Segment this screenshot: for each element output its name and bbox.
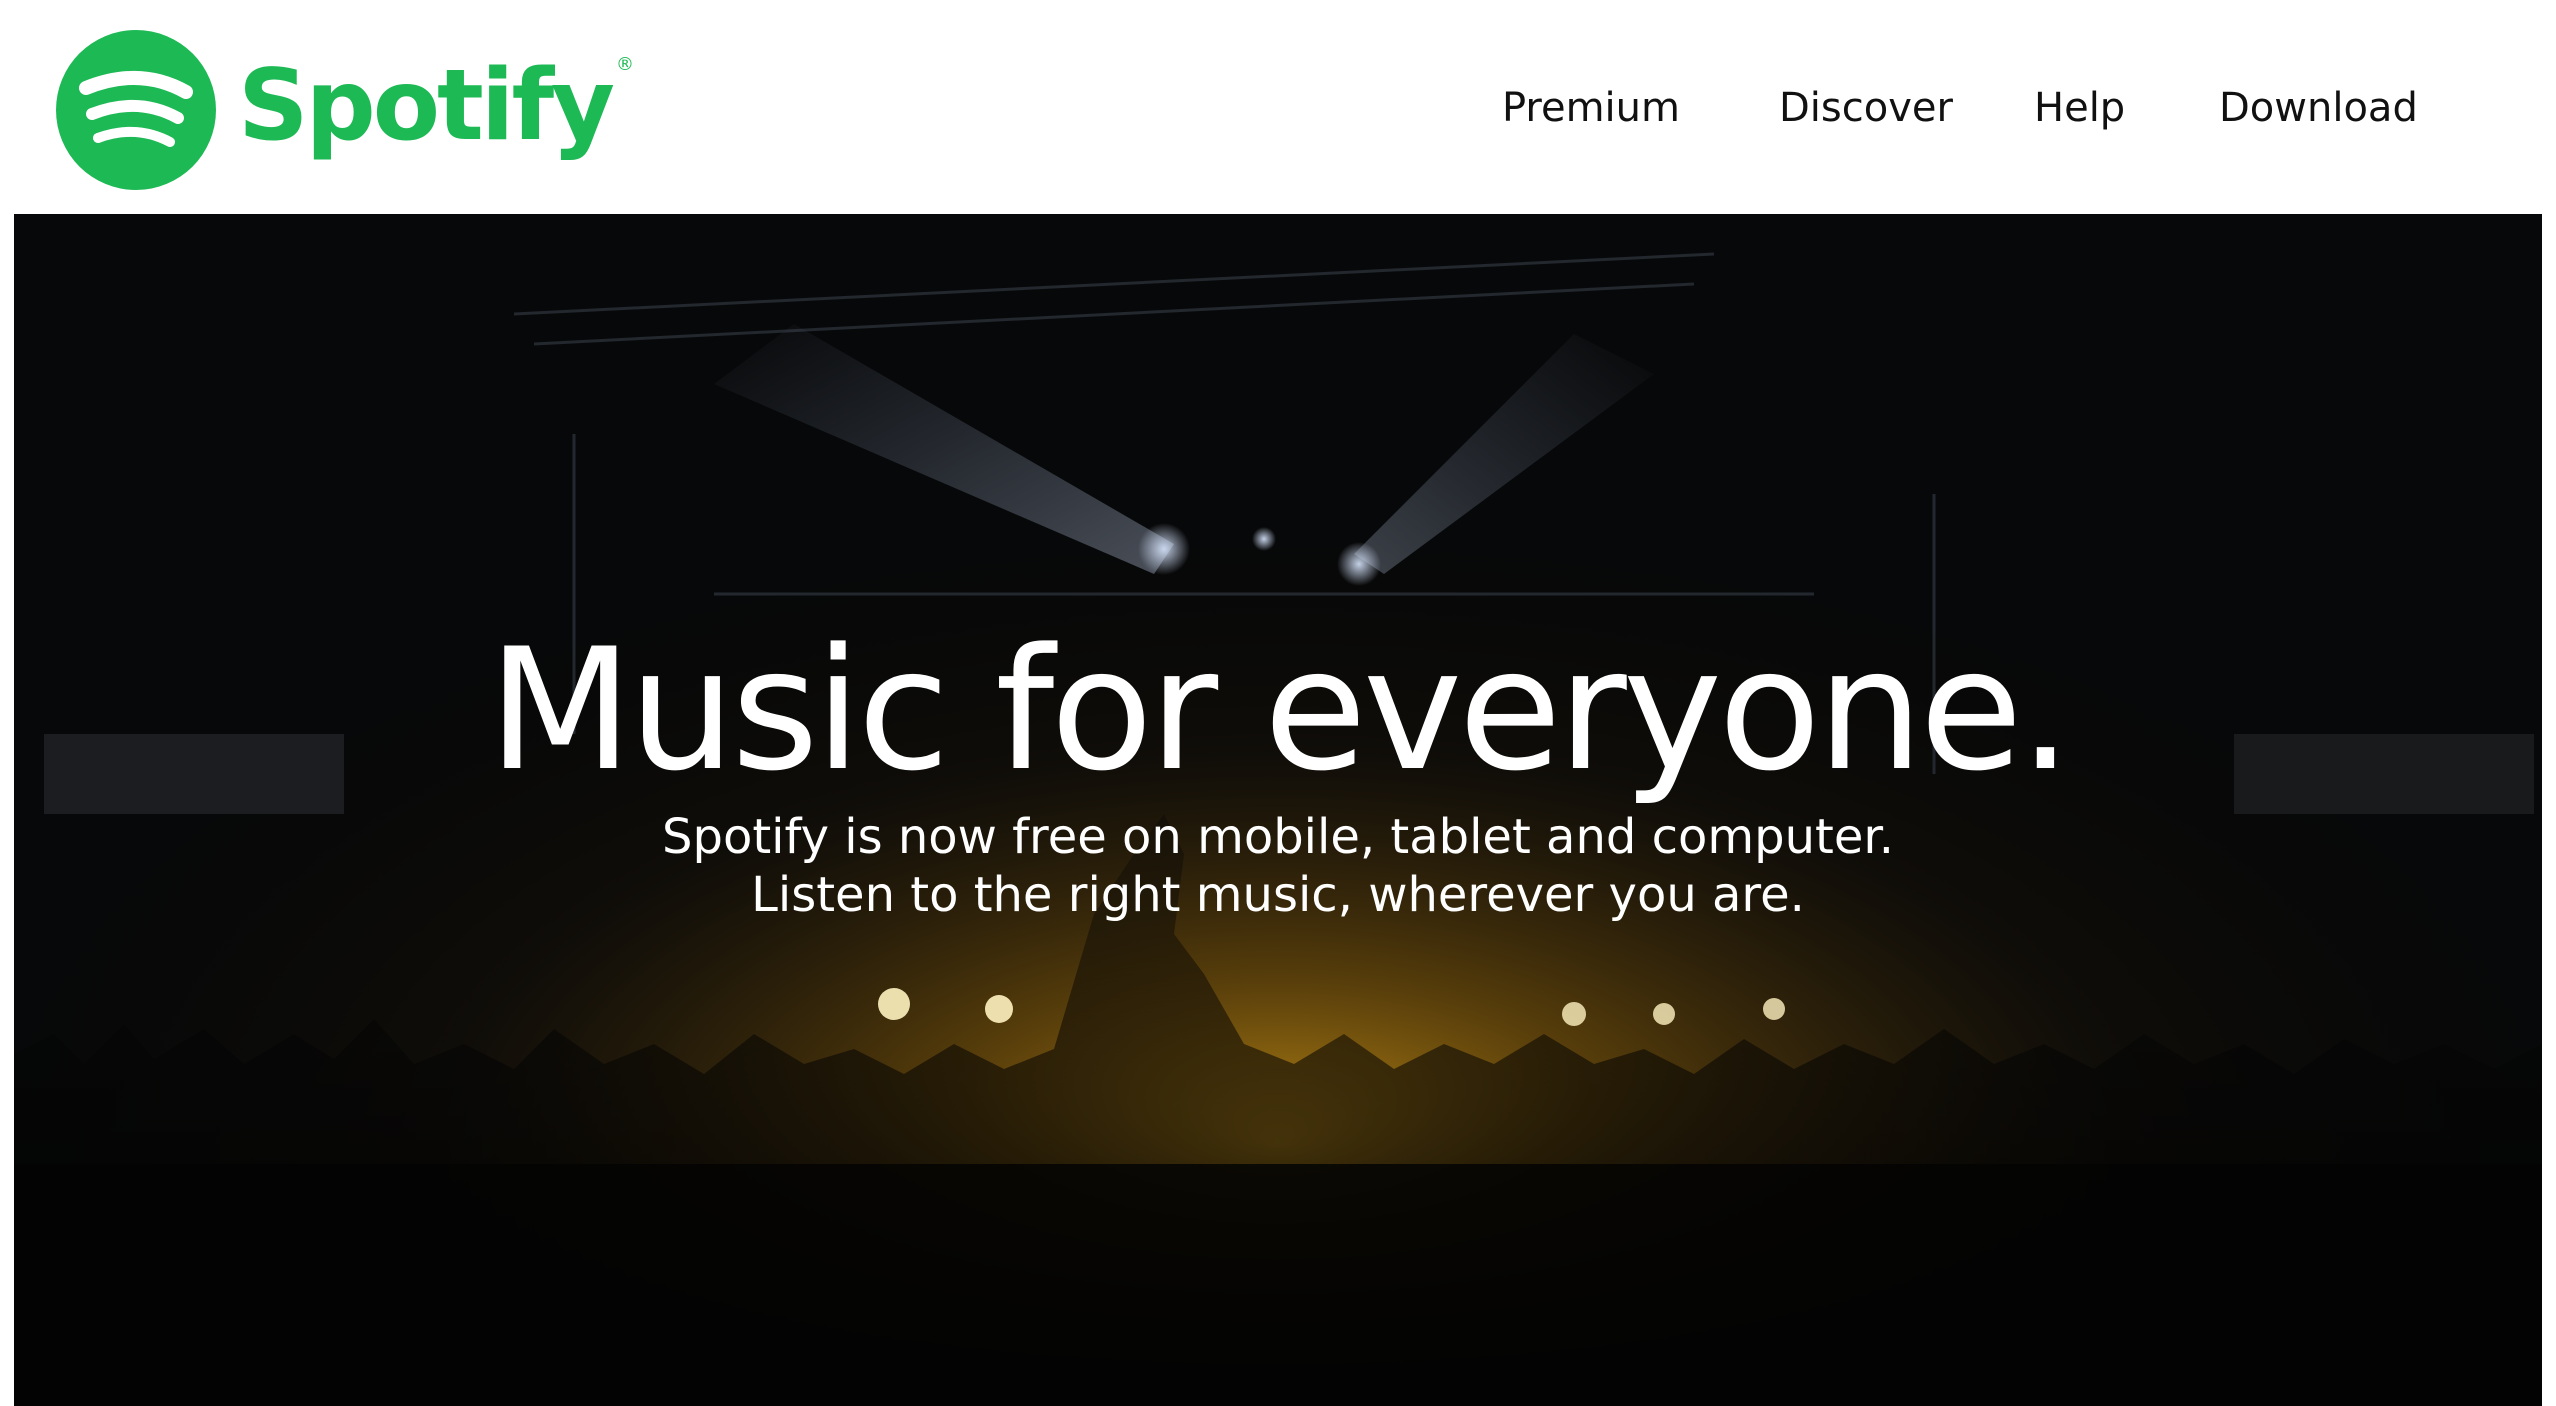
registered-mark: ® — [616, 53, 635, 75]
main-nav: Premium Discover Help Download — [0, 78, 2556, 138]
site-header: Spotify ® Premium Discover Help Download — [0, 0, 2556, 214]
hero-title: Music for everyone. — [487, 612, 2072, 808]
nav-link-download[interactable]: Download — [2219, 78, 2418, 138]
hero-subtitle-line-1: Spotify is now free on mobile, tablet an… — [662, 809, 1894, 865]
nav-link-discover[interactable]: Discover — [1779, 78, 1953, 138]
hero-subtitle-line-2: Listen to the right music, wherever you … — [751, 867, 1805, 923]
nav-link-help[interactable]: Help — [2034, 78, 2125, 138]
nav-link-premium[interactable]: Premium — [1502, 78, 1680, 138]
hero-banner: Music for everyone. Spotify is now free … — [14, 214, 2542, 1406]
